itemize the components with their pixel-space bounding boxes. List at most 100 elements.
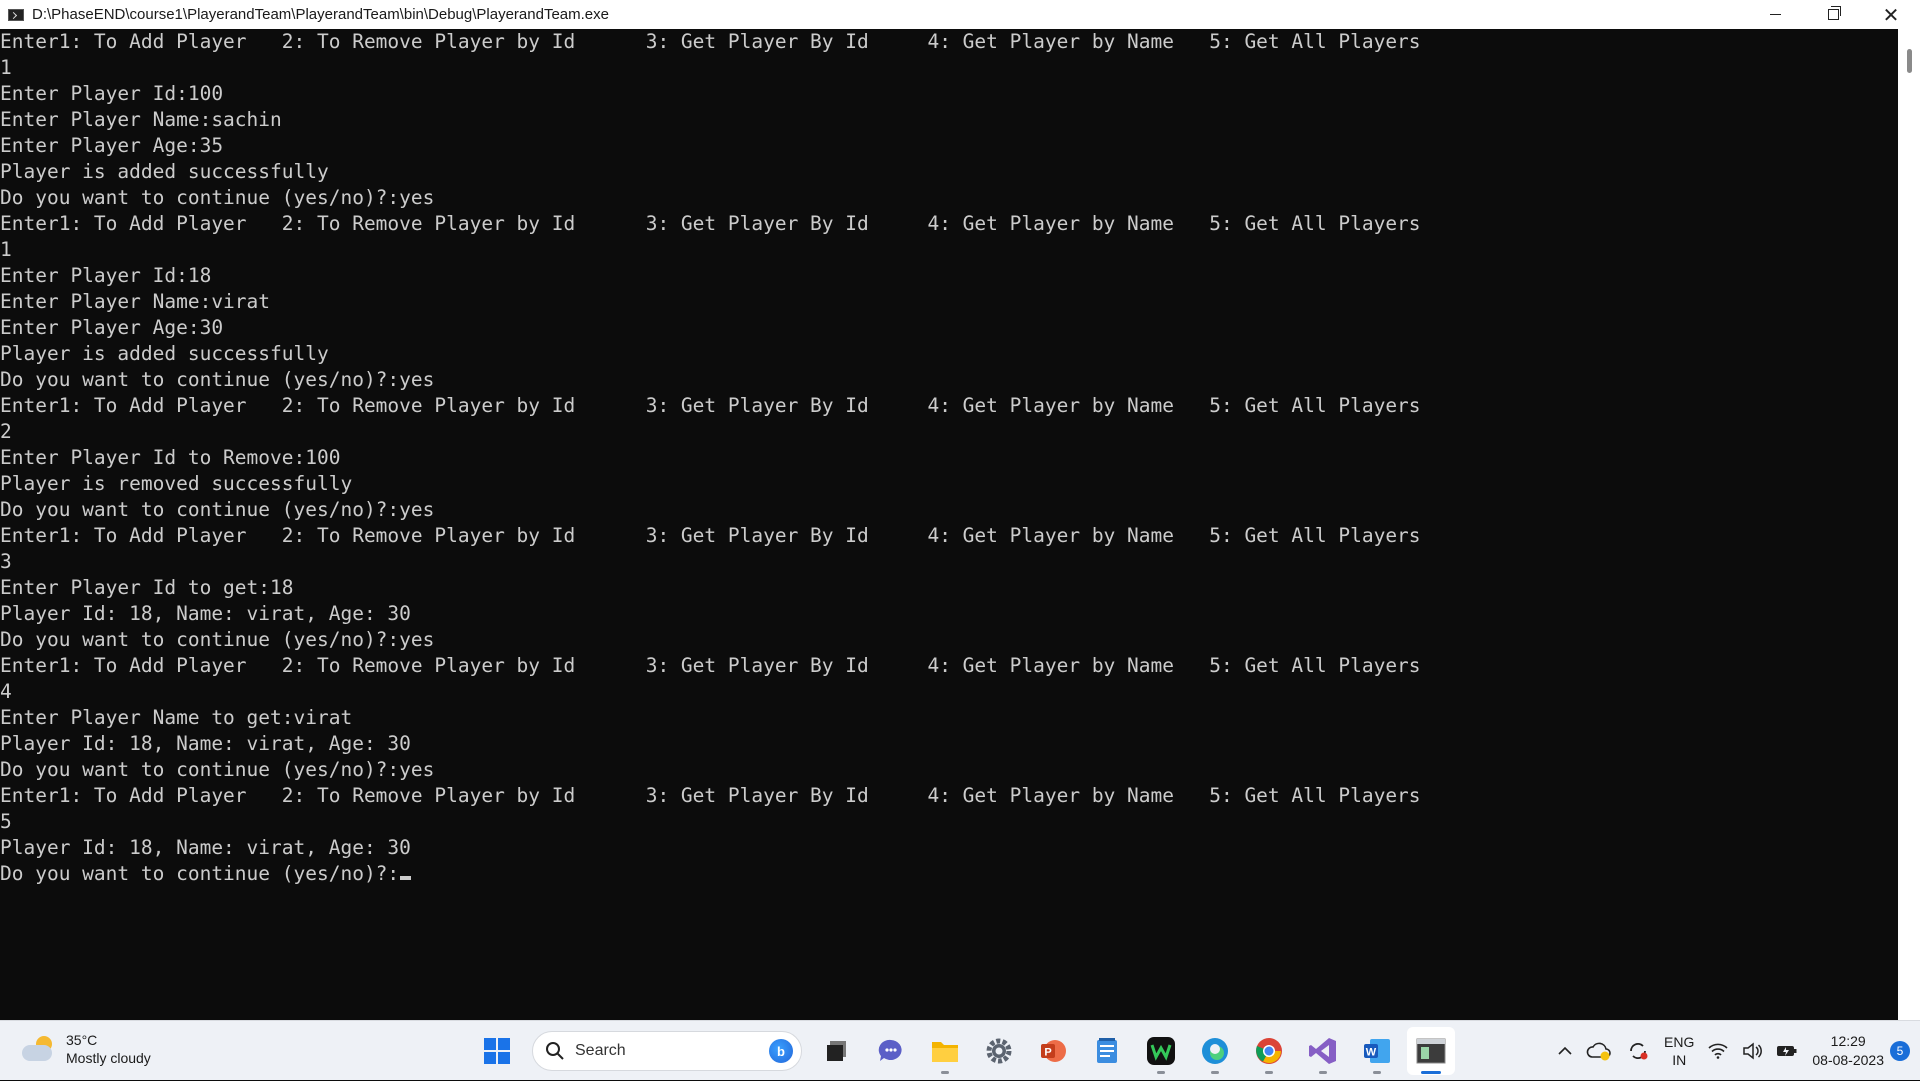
search-label: Search xyxy=(575,1042,626,1059)
show-hidden-icons-button[interactable] xyxy=(1558,1046,1572,1056)
weather-temperature: 35°C xyxy=(66,1032,98,1048)
restore-icon xyxy=(1827,6,1841,20)
console-line-text: Player Id: 18, Name: virat, Age: 30 xyxy=(0,602,411,625)
console-line: Player Id: 18, Name: virat, Age: 30 xyxy=(0,835,1898,861)
cloud-warning-icon xyxy=(1586,1042,1611,1061)
text-cursor xyxy=(400,876,412,880)
console-line-text: Do you want to continue (yes/no)?: xyxy=(0,862,400,885)
language-indicator[interactable]: ENG IN xyxy=(1664,1033,1694,1069)
close-button[interactable]: ✕ xyxy=(1862,0,1920,29)
console-line-text: Enter1: To Add Player 2: To Remove Playe… xyxy=(0,524,1421,547)
console-line-text: Enter1: To Add Player 2: To Remove Playe… xyxy=(0,212,1421,235)
console-line-text: Enter1: To Add Player 2: To Remove Playe… xyxy=(0,30,1421,53)
console-line: Player Id: 18, Name: virat, Age: 30 xyxy=(0,731,1898,757)
webex-icon xyxy=(1147,1037,1175,1065)
sync-icon xyxy=(1630,1043,1648,1060)
console-line: Do you want to continue (yes/no)?:yes xyxy=(0,757,1898,783)
vertical-scrollbar[interactable] xyxy=(1898,29,1920,1020)
console-line: 1 xyxy=(0,55,1898,81)
console-line-text: Enter Player Id to get:18 xyxy=(0,576,294,599)
powerpoint-button[interactable]: P xyxy=(1029,1027,1077,1075)
edge-button[interactable] xyxy=(1191,1027,1239,1075)
console-output[interactable]: Enter1: To Add Player 2: To Remove Playe… xyxy=(0,29,1898,1020)
visual-studio-button[interactable] xyxy=(1299,1027,1347,1075)
minimize-icon xyxy=(1769,14,1781,15)
active-indicator xyxy=(1421,1071,1441,1074)
console-line-text: Enter Player Id:18 xyxy=(0,264,212,287)
visual-studio-icon xyxy=(1309,1038,1336,1064)
sync-button[interactable] xyxy=(1626,1039,1650,1063)
network-button[interactable] xyxy=(1708,1043,1728,1059)
title-bar[interactable]: D:\PhaseEND\course1\PlayerandTeam\Player… xyxy=(0,0,1920,29)
console-line-text: Enter1: To Add Player 2: To Remove Playe… xyxy=(0,784,1421,807)
window-title: D:\PhaseEND\course1\PlayerandTeam\Player… xyxy=(32,6,609,23)
console-line-text: Player Id: 18, Name: virat, Age: 30 xyxy=(0,732,411,755)
console-line-text: 5 xyxy=(0,810,12,833)
settings-button[interactable] xyxy=(975,1027,1023,1075)
console-line: Do you want to continue (yes/no)?:yes xyxy=(0,497,1898,523)
close-icon: ✕ xyxy=(1882,2,1900,27)
console-line-text: Enter Player Age:30 xyxy=(0,316,224,339)
console-line-text: 3 xyxy=(0,550,12,573)
console-line-text: Enter Player Id:100 xyxy=(0,82,224,105)
windows-start-icon xyxy=(484,1038,510,1064)
system-tray: ENG IN 12:29 08-08-2023 5 xyxy=(1551,1021,1920,1081)
running-indicator xyxy=(1265,1071,1273,1074)
console-line: Enter Player Name:sachin xyxy=(0,107,1898,133)
speaker-icon xyxy=(1743,1042,1763,1060)
start-button[interactable] xyxy=(473,1027,521,1075)
console-line-text: Player is added successfully xyxy=(0,342,329,365)
restore-button[interactable] xyxy=(1804,0,1862,29)
console-line: Do you want to continue (yes/no)?:yes xyxy=(0,185,1898,211)
powerpoint-icon: P xyxy=(1041,1040,1066,1062)
console-app-icon xyxy=(1416,1038,1446,1064)
word-icon: W xyxy=(1364,1039,1390,1063)
console-line-text: Enter1: To Add Player 2: To Remove Playe… xyxy=(0,654,1421,677)
taskbar-search[interactable]: Search b xyxy=(532,1031,802,1071)
console-line: 3 xyxy=(0,549,1898,575)
word-button[interactable]: W xyxy=(1353,1027,1401,1075)
clock[interactable]: 12:29 08-08-2023 xyxy=(1812,1032,1884,1070)
console-line: Enter Player Name to get:virat xyxy=(0,705,1898,731)
console-line-text: 2 xyxy=(0,420,12,443)
console-app-icon xyxy=(8,8,24,21)
task-view-button[interactable] xyxy=(813,1027,861,1075)
volume-button[interactable] xyxy=(1742,1042,1763,1060)
battery-button[interactable] xyxy=(1776,1044,1798,1058)
console-line: Enter1: To Add Player 2: To Remove Playe… xyxy=(0,211,1898,237)
battery-charging-icon xyxy=(1777,1046,1797,1056)
console-app-button[interactable] xyxy=(1407,1027,1455,1075)
webex-button[interactable] xyxy=(1137,1027,1185,1075)
running-indicator xyxy=(1211,1071,1219,1074)
onedrive-button[interactable] xyxy=(1586,1041,1612,1061)
taskbar: 35°C Mostly cloudy Search b P W ENG IN 1… xyxy=(0,1020,1920,1080)
bing-icon[interactable]: b xyxy=(769,1039,793,1063)
svg-text:P: P xyxy=(1044,1047,1051,1059)
scrollbar-thumb[interactable] xyxy=(1907,49,1912,73)
console-line-text: Enter Player Name:sachin xyxy=(0,108,282,131)
console-line: Enter1: To Add Player 2: To Remove Playe… xyxy=(0,523,1898,549)
notepad-button[interactable] xyxy=(1083,1027,1131,1075)
console-line: Enter1: To Add Player 2: To Remove Playe… xyxy=(0,393,1898,419)
chrome-button[interactable] xyxy=(1245,1027,1293,1075)
teams-chat-button[interactable] xyxy=(867,1027,915,1075)
console-line-text: Do you want to continue (yes/no)?:yes xyxy=(0,368,435,391)
console-line: Enter Player Age:30 xyxy=(0,315,1898,341)
weather-widget[interactable]: 35°C Mostly cloudy xyxy=(22,1031,151,1067)
console-line-text: Player is removed successfully xyxy=(0,472,353,495)
console-line-text: Do you want to continue (yes/no)?:yes xyxy=(0,628,435,651)
partly-cloudy-icon xyxy=(22,1036,56,1062)
settings-icon xyxy=(986,1038,1012,1064)
console-line: 4 xyxy=(0,679,1898,705)
console-line-text: Player Id: 18, Name: virat, Age: 30 xyxy=(0,836,411,859)
minimize-button[interactable] xyxy=(1746,0,1804,29)
language-region: IN xyxy=(1672,1052,1687,1068)
file-explorer-button[interactable] xyxy=(921,1027,969,1075)
wifi-icon xyxy=(1708,1043,1728,1059)
console-line-text: 4 xyxy=(0,680,12,703)
notification-badge[interactable]: 5 xyxy=(1890,1041,1910,1061)
console-line-text: Enter Player Age:35 xyxy=(0,134,224,157)
console-line: Do you want to continue (yes/no)?:yes xyxy=(0,367,1898,393)
console-line-text: Do you want to continue (yes/no)?:yes xyxy=(0,498,435,521)
weather-condition: Mostly cloudy xyxy=(66,1050,151,1066)
